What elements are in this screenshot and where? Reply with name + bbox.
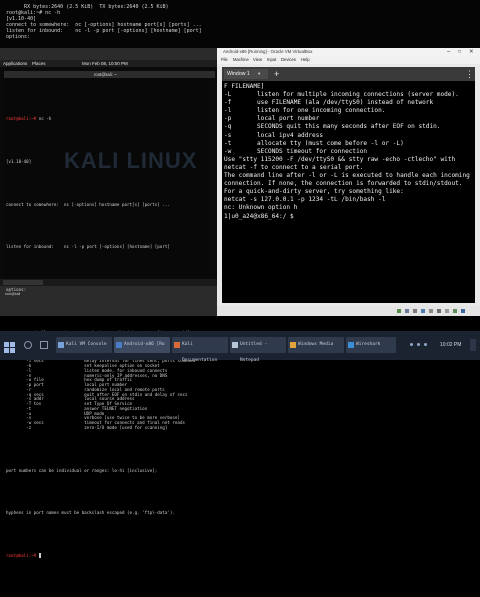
taskbar-item-label: Kali Documentation	[182, 342, 218, 363]
mouse-integration-icon	[461, 309, 465, 313]
task-view-icon[interactable]	[40, 341, 48, 349]
taskbar-item-kali-console[interactable]: Kali VM Console	[56, 337, 112, 353]
nc-footer-hyphens: hyphens in port names must be backslash …	[6, 510, 175, 516]
virtualbox-menubar: File Machine View Input Devices Help	[217, 56, 480, 64]
terminal-line: -p local port number	[224, 115, 320, 123]
virtualbox-window[interactable]: Android-x86 [Running] - Oracle VM Virtua…	[217, 48, 480, 316]
nc-option-line: -z zero-I/O mode [used for scanning]	[6, 424, 168, 430]
shared-folder-icon	[429, 309, 433, 313]
terminal-line: For a quick-and-dirty server, try someth…	[224, 188, 404, 196]
cpu-icon	[453, 309, 457, 313]
kali-task-button[interactable]: root@kali	[3, 280, 43, 296]
nc-usage-connect: connect to somewhere: nc [-options] host…	[6, 201, 170, 207]
kali-terminal-title: root@kali: ~	[94, 72, 117, 77]
display-icon	[437, 309, 441, 313]
overflow-menu-icon[interactable]: ⋮	[465, 67, 474, 81]
chevron-down-icon: ▾	[258, 71, 261, 76]
battery-tray-icon[interactable]	[424, 343, 427, 346]
panel-clock: Mon Feb 08, 10:00 PM	[82, 61, 128, 66]
taskbar-item-label: Windows Media	[298, 342, 334, 347]
terminal-line: netcat -s 127.0.0.1 -p 1234 -tL /bin/bas…	[224, 196, 386, 204]
applications-menu[interactable]: Applications	[3, 60, 27, 67]
nc-footer-ports: port numbers can be individual or ranges…	[6, 467, 158, 473]
terminal-line: -f use FILENAME (ala /dev/ttyS0) instead…	[224, 99, 434, 107]
terminal-line: Use "stty 115200 -F /dev/ttyS0 && stty r…	[224, 155, 456, 163]
terminal-line: connection. If none, the connection is f…	[224, 180, 463, 188]
search-icon[interactable]	[24, 341, 32, 349]
tab-label: Window 1	[227, 71, 250, 77]
kali-final-prompt[interactable]: root@kali:~#	[6, 553, 39, 558]
terminal-line: 1|u0_a24@x86_64:/ $	[224, 212, 298, 220]
minimize-button[interactable]: –	[447, 48, 450, 56]
notifications-button[interactable]	[470, 339, 476, 351]
volume-tray-icon[interactable]	[417, 343, 420, 346]
terminal-line: -l listen for one incoming connection.	[224, 107, 386, 115]
taskbar-item-label: Wireshark	[356, 342, 381, 347]
menu-file[interactable]: File	[221, 56, 228, 64]
usb-icon	[413, 309, 417, 313]
recording-icon	[445, 309, 449, 313]
kali-command: nc -h	[36, 116, 52, 121]
menu-devices[interactable]: Devices	[281, 56, 296, 64]
terminal-line: -w SECONDS timeout for connection	[224, 147, 368, 155]
taskbar-item-media[interactable]: Windows Media	[288, 337, 344, 353]
taskbar-item-label: Android-x86 [Ru	[124, 342, 165, 347]
disk-activity-icon	[397, 309, 401, 313]
virtualbox-statusbar	[217, 306, 480, 316]
terminal-line: options:	[6, 34, 31, 40]
virtualbox-title: Android-x86 [Running] - Oracle VM Virtua…	[223, 49, 313, 54]
kali-prompt: root@kali:~#	[6, 116, 37, 121]
terminal-line: -t allocate tty (must come before -l or …	[224, 139, 404, 147]
kali-task-label: root@kali	[5, 292, 21, 296]
kali-vm-window[interactable]: Applications Places Mon Feb 08, 10:00 PM…	[0, 60, 217, 558]
terminal-line: listen for inbound: nc -l -p port [-opti…	[6, 28, 202, 34]
taskbar-item-label: Untitled - Notepad	[240, 342, 268, 363]
background-terminal: RX bytes:2640 (2.5 KiB) TX bytes:2640 (2…	[0, 0, 480, 48]
taskbar-item-wireshark[interactable]: Wireshark	[346, 337, 396, 353]
add-tab-button[interactable]: +	[274, 67, 279, 81]
menu-machine[interactable]: Machine	[233, 56, 249, 64]
taskbar-item-notepad[interactable]: Untitled - Notepad	[230, 337, 286, 363]
network-icon	[421, 309, 425, 313]
kali-terminal-titlebar: root@kali: ~	[4, 71, 215, 78]
host-taskbar: Kali VM Console Android-x86 [Ru Kali Doc…	[0, 331, 480, 363]
optical-drive-icon	[405, 309, 409, 313]
terminal-line: The command line after -l or -L is execu…	[224, 172, 470, 180]
taskbar-item-documentation[interactable]: Kali Documentation	[172, 337, 228, 363]
kali-top-panel: Applications Places Mon Feb 08, 10:00 PM	[0, 60, 217, 67]
terminal-line: -s local ipv4 address	[224, 131, 324, 139]
terminal-line: netcat -f to connect to a serial port.	[224, 163, 364, 171]
network-tray-icon[interactable]	[410, 343, 413, 346]
maximize-button[interactable]: □	[458, 48, 461, 56]
places-menu[interactable]: Places	[32, 60, 46, 67]
kali-bottom-panel: root@kali	[0, 279, 217, 296]
nc-usage-listen: listen for inbound: nc -l -p port [-opti…	[6, 244, 170, 250]
menu-help[interactable]: Help	[301, 56, 310, 64]
taskbar-clock: 10:02 PM	[440, 342, 462, 348]
menu-view[interactable]: View	[253, 56, 262, 64]
terminal-line: -q SECONDS quit this many seconds after …	[224, 123, 441, 131]
taskbar-item-label: Kali VM Console	[66, 342, 107, 347]
tab-window-1[interactable]: Window 1 ▾	[224, 69, 268, 79]
close-button[interactable]: ✕	[469, 48, 474, 56]
nc-options-label: options:	[6, 287, 27, 292]
terminal-tabbar: Window 1 ▾ + ⋮	[222, 67, 475, 81]
background-terminal-output: RX bytes:2640 (2.5 KiB) TX bytes:2640 (2…	[6, 4, 202, 40]
terminal-line: -L listen for multiple incoming connecti…	[224, 91, 459, 99]
nc-option-line: -l listen mode, for inbound connects	[6, 367, 168, 373]
android-terminal-output: F FILENAME] -L listen for multiple incomi…	[224, 83, 470, 221]
menu-input[interactable]: Input	[267, 56, 276, 64]
terminal-line: nc: Unknown option h	[224, 204, 298, 212]
start-button[interactable]	[4, 339, 16, 353]
windows-logo-icon	[4, 342, 15, 353]
android-terminal[interactable]: F FILENAME] -L listen for multiple incomi…	[222, 81, 475, 303]
kali-terminal[interactable]: root@kali: ~ KALI LINUX root@kali:~# nc …	[4, 71, 215, 558]
taskbar-item-virtualbox[interactable]: Android-x86 [Ru	[114, 337, 170, 353]
terminal-line: F FILENAME]	[224, 83, 265, 90]
nc-version: [v1.10-40]	[6, 158, 32, 164]
